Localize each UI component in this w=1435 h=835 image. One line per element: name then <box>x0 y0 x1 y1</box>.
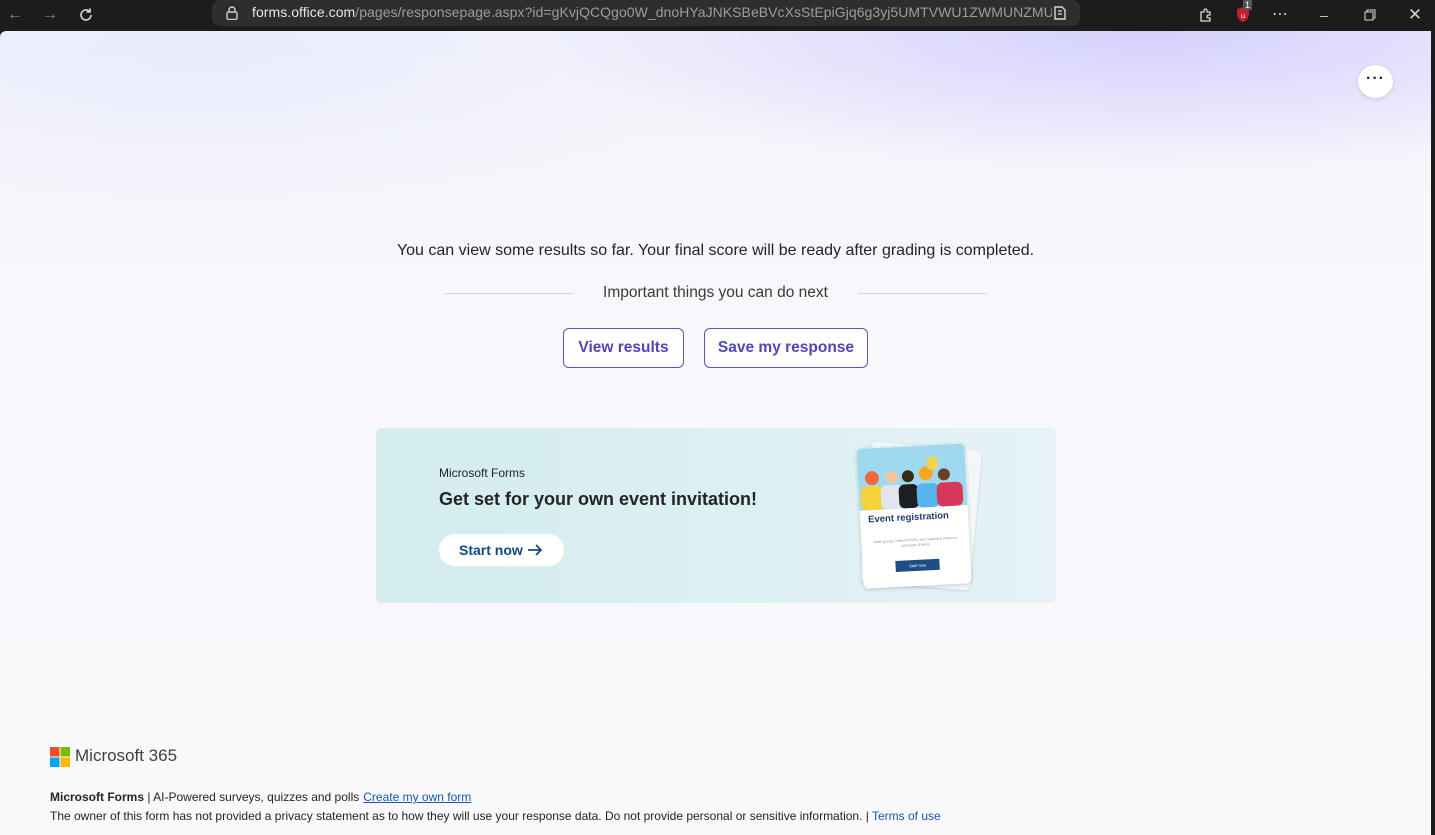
promo-brand: Microsoft Forms <box>439 466 526 480</box>
shield-extension-icon[interactable]: u 1 <box>1232 0 1254 26</box>
grading-message: You can view some results so far. Your f… <box>396 242 1035 259</box>
reading-view-icon[interactable] <box>1052 5 1068 21</box>
forms-response-page: ··· You can view some results so far. Yo… <box>0 31 1431 835</box>
extensions-icon[interactable] <box>1195 4 1217 26</box>
start-now-label: Start now <box>459 542 523 558</box>
footer-product-name: Microsoft Forms <box>50 790 145 804</box>
terms-of-use-link[interactable]: Terms of use <box>872 809 941 823</box>
minimize-icon[interactable]: – <box>1313 4 1335 26</box>
footer-privacy-line: The owner of this form has not provided … <box>50 809 941 823</box>
maximize-icon[interactable] <box>1359 4 1381 26</box>
promo-banner: Microsoft Forms Get set for your own eve… <box>376 428 1056 603</box>
arrow-right-icon <box>528 544 543 556</box>
lock-icon <box>226 6 238 20</box>
url-text: forms.office.com/pages/responsepage.aspx… <box>252 4 1052 20</box>
back-icon[interactable]: ← <box>3 3 27 27</box>
promo-headline: Get set for your own event invitation! <box>439 489 758 509</box>
footer-tagline: | AI-Powered surveys, quizzes and polls <box>144 790 360 804</box>
more-options-icon[interactable]: ··· <box>1358 65 1393 98</box>
close-icon[interactable]: ✕ <box>1404 4 1426 26</box>
save-response-button[interactable]: Save my response <box>704 328 868 368</box>
privacy-statement: The owner of this form has not provided … <box>50 809 872 823</box>
start-now-button[interactable]: Start now <box>439 534 564 566</box>
footer-product-line: Microsoft Forms | AI-Powered surveys, qu… <box>50 790 471 804</box>
refresh-icon[interactable] <box>74 3 98 27</box>
extension-badge: 1 <box>1243 0 1253 10</box>
divider-right <box>858 293 987 294</box>
browser-menu-icon[interactable]: ⋯ <box>1269 4 1291 26</box>
card-description: Invite guests, collect RSVPs, and custom… <box>873 535 957 548</box>
create-form-link[interactable]: Create my own form <box>363 790 471 804</box>
svg-text:u: u <box>1241 12 1245 20</box>
card-title: Event registration <box>867 510 950 526</box>
next-steps-heading: Important things you can do next <box>444 284 987 304</box>
card-start-button: Start now <box>895 558 940 573</box>
browser-toolbar: ← → forms.office.com/pages/responsepage.… <box>0 0 1435 31</box>
view-results-button[interactable]: View results <box>563 328 684 368</box>
address-bar[interactable]: forms.office.com/pages/responsepage.aspx… <box>212 0 1080 26</box>
microsoft-logo-icon <box>50 747 70 767</box>
people-illustration <box>856 443 968 511</box>
forward-icon[interactable]: → <box>38 3 62 27</box>
microsoft-365-brand: Microsoft 365 <box>75 746 178 765</box>
event-registration-card: Event registration Invite guests, collec… <box>856 443 972 589</box>
